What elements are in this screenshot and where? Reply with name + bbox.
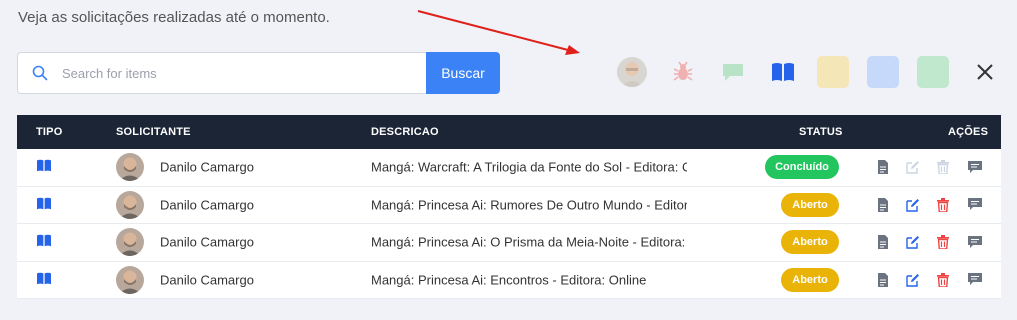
filter-green-swatch[interactable] — [917, 56, 949, 88]
page-subtitle: Veja as solicitações realizadas até o mo… — [18, 9, 330, 26]
comment-icon — [968, 198, 982, 211]
delete-button[interactable] — [935, 234, 951, 250]
header-descricao: DESCRICAO — [371, 126, 439, 138]
comment-button[interactable] — [967, 159, 983, 175]
status-badge: Aberto — [781, 230, 839, 255]
document-icon — [878, 235, 888, 250]
avatar — [116, 265, 144, 294]
search-button[interactable]: Buscar — [426, 52, 500, 94]
close-icon — [977, 64, 993, 80]
comment-button[interactable] — [967, 272, 983, 288]
chat-icon — [723, 64, 743, 81]
book-icon — [36, 196, 52, 213]
delete-button[interactable] — [935, 159, 951, 175]
row-descricao: Mangá: Princesa Ai: Encontros - Editora:… — [371, 272, 647, 288]
table-row: Danilo Camargo Mangá: Warcraft: A Trilog… — [17, 149, 1001, 187]
trash-icon — [937, 235, 949, 250]
book-icon — [36, 271, 52, 288]
view-document-button[interactable] — [875, 272, 891, 288]
filter-chat[interactable] — [717, 56, 749, 88]
filter-blue-swatch[interactable] — [867, 56, 899, 88]
document-icon — [878, 197, 888, 212]
avatar — [116, 228, 144, 257]
comment-button[interactable] — [967, 197, 983, 213]
edit-icon — [906, 273, 919, 287]
comment-icon — [968, 235, 982, 248]
search-box — [17, 52, 426, 94]
status-badge: Aberto — [781, 192, 839, 217]
search-bar: Buscar — [17, 52, 500, 94]
trash-icon — [937, 160, 949, 175]
edit-icon — [906, 161, 919, 174]
filter-book[interactable] — [767, 56, 799, 88]
comment-icon — [968, 273, 982, 286]
filter-user-avatar[interactable] — [617, 57, 647, 87]
header-acoes: AÇÕES — [948, 126, 989, 138]
document-icon — [878, 160, 888, 175]
row-solicitante: Danilo Camargo — [160, 159, 254, 175]
row-solicitante: Danilo Camargo — [160, 234, 254, 250]
close-filters-button[interactable] — [969, 56, 1001, 88]
header-solicitante: SOLICITANTE — [116, 126, 191, 138]
table-header: TIPO SOLICITANTE DESCRICAO STATUS AÇÕES — [17, 115, 1001, 149]
book-icon — [36, 159, 52, 176]
document-icon — [878, 272, 888, 287]
row-descricao: Mangá: Princesa Ai: Rumores De Outro Mun… — [371, 197, 687, 213]
row-descricao: Mangá: Princesa Ai: O Prisma da Meia-Noi… — [371, 234, 687, 250]
avatar — [116, 190, 144, 219]
requests-table: TIPO SOLICITANTE DESCRICAO STATUS AÇÕES … — [17, 115, 1001, 299]
edit-icon — [906, 198, 919, 212]
row-solicitante: Danilo Camargo — [160, 272, 254, 288]
table-row: Danilo Camargo Mangá: Princesa Ai: Encon… — [17, 261, 1001, 299]
table-body: Danilo Camargo Mangá: Warcraft: A Trilog… — [17, 149, 1001, 299]
avatar — [116, 153, 144, 182]
row-descricao: Mangá: Warcraft: A Trilogia da Fonte do … — [371, 159, 687, 175]
book-icon — [36, 234, 52, 251]
view-document-button[interactable] — [875, 159, 891, 175]
search-input[interactable] — [62, 65, 402, 81]
delete-button[interactable] — [935, 272, 951, 288]
edit-button[interactable] — [905, 234, 921, 250]
header-status: STATUS — [799, 126, 843, 138]
table-row: Danilo Camargo Mangá: Princesa Ai: Rumor… — [17, 186, 1001, 224]
book-icon — [772, 63, 794, 81]
header-tipo: TIPO — [36, 126, 63, 138]
comment-button[interactable] — [967, 234, 983, 250]
comment-icon — [968, 160, 982, 173]
row-solicitante: Danilo Camargo — [160, 197, 254, 213]
edit-button[interactable] — [905, 159, 921, 175]
trash-icon — [937, 272, 949, 287]
status-badge: Concluído — [765, 155, 839, 180]
view-document-button[interactable] — [875, 234, 891, 250]
edit-icon — [906, 236, 919, 249]
filter-bug[interactable] — [667, 56, 699, 88]
delete-button[interactable] — [935, 197, 951, 213]
user-avatar-icon — [617, 57, 647, 87]
trash-icon — [937, 197, 949, 212]
table-row: Danilo Camargo Mangá: Princesa Ai: O Pri… — [17, 224, 1001, 262]
search-icon — [32, 65, 48, 81]
status-badge: Aberto — [781, 267, 839, 292]
view-document-button[interactable] — [875, 197, 891, 213]
edit-button[interactable] — [905, 197, 921, 213]
edit-button[interactable] — [905, 272, 921, 288]
bug-icon — [673, 61, 693, 81]
filter-yellow-swatch[interactable] — [817, 56, 849, 88]
